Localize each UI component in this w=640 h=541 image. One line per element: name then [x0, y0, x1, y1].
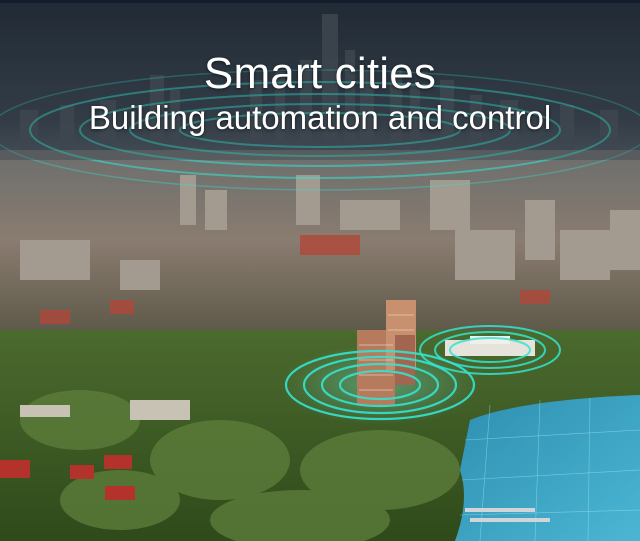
page-title: Smart cities — [203, 49, 437, 98]
page-subtitle: Building automation and control — [88, 99, 552, 136]
smart-city-scene: Smart cities Building automation and con… — [0, 0, 640, 541]
title-block: Smart cities Building automation and con… — [0, 48, 640, 138]
